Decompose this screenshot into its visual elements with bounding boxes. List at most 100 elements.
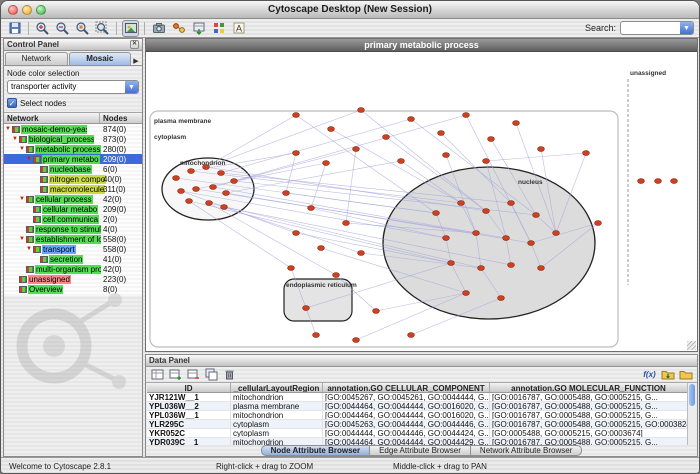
network-node[interactable]	[308, 206, 315, 211]
table-row[interactable]: YKR052Ccytoplasm[GO:0044444, GO:0044446,…	[147, 429, 688, 438]
select-attributes-button[interactable]	[150, 368, 165, 382]
network-node[interactable]	[303, 306, 310, 311]
tree-expand-icon[interactable]: ▼	[19, 145, 26, 154]
window-titlebar[interactable]: Cytoscape Desktop (New Session)	[1, 1, 699, 19]
resize-grip[interactable]	[687, 341, 696, 350]
network-node[interactable]	[328, 127, 335, 132]
tree-item[interactable]: cellular metabo209(0)	[4, 204, 142, 214]
tree-item[interactable]: response to stimul4(0)	[4, 224, 142, 234]
tab-node-attribute-browser[interactable]: Node Attribute Browser	[261, 445, 371, 456]
control-panel-close-icon[interactable]: ✕	[130, 40, 139, 49]
network-node[interactable]	[206, 201, 213, 206]
zoom-out-button[interactable]	[54, 20, 71, 37]
column-header[interactable]: ID	[147, 383, 231, 392]
network-node[interactable]	[538, 266, 545, 271]
network-node[interactable]	[483, 209, 490, 214]
tree-column-nodes[interactable]: Nodes	[100, 113, 142, 123]
tree-item[interactable]: ▼establishment of lo558(0)	[4, 234, 142, 244]
tree-item[interactable]: nucleobase6(0)	[4, 164, 142, 174]
zoom-fit-button[interactable]	[94, 20, 111, 37]
search-dropdown-button[interactable]: ▼	[680, 22, 693, 34]
network-node[interactable]	[333, 273, 340, 278]
trash-button[interactable]	[222, 368, 237, 382]
tree-item[interactable]: secretion41(0)	[4, 254, 142, 264]
network-node[interactable]	[293, 113, 300, 118]
tree-expand-icon[interactable]: ▼	[26, 245, 33, 254]
network-node[interactable]	[528, 241, 535, 246]
network-node[interactable]	[318, 246, 325, 251]
attribute-table[interactable]: ID_cellularLayoutRegionannotation.GO CEL…	[147, 383, 688, 445]
network-node[interactable]	[478, 266, 485, 271]
network-node[interactable]	[408, 333, 415, 338]
tree-item[interactable]: multi-organism pro42(0)	[4, 264, 142, 274]
search-input[interactable]: ▼	[620, 21, 694, 35]
tree-item[interactable]: cell communica2(0)	[4, 214, 142, 224]
network-node[interactable]	[448, 261, 455, 266]
network-node[interactable]	[508, 201, 515, 206]
tab-mosaic[interactable]: Mosaic	[69, 52, 132, 65]
tree-column-network[interactable]: Network	[4, 113, 100, 123]
network-node[interactable]	[538, 147, 545, 152]
dropdown-arrow-icon[interactable]: ▼	[125, 81, 138, 93]
network-node[interactable]	[293, 231, 300, 236]
import-attributes-button[interactable]	[660, 368, 675, 382]
network-node[interactable]	[443, 153, 450, 158]
tab-edge-attribute-browser[interactable]: Edge Attribute Browser	[370, 445, 471, 456]
network-node[interactable]	[231, 179, 238, 184]
network-node[interactable]	[313, 333, 320, 338]
tab-overflow-arrow-icon[interactable]: ▶	[131, 57, 141, 65]
tree-item[interactable]: ▼biological_process873(0)	[4, 134, 142, 144]
tree-item[interactable]: ▼primary metabo209(0)	[4, 154, 142, 164]
network-node[interactable]	[353, 338, 360, 343]
network-node[interactable]	[443, 236, 450, 241]
tree-item[interactable]: nitrogen compo40(0)	[4, 174, 142, 184]
network-node[interactable]	[221, 205, 228, 210]
network-node[interactable]	[210, 185, 217, 190]
network-node[interactable]	[553, 231, 560, 236]
network-node[interactable]	[433, 211, 440, 216]
network-node[interactable]	[463, 113, 470, 118]
vizmapper-button[interactable]	[210, 20, 227, 37]
tree-item[interactable]: ▼mosaic-demo-yeast874(0)	[4, 124, 142, 134]
network-node[interactable]	[353, 147, 360, 152]
network-node[interactable]	[373, 309, 380, 314]
snapshot-button[interactable]	[150, 20, 167, 37]
scrollbar-thumb[interactable]	[689, 384, 695, 406]
table-row[interactable]: YLR295Ccytoplasm[GO:0045263, GO:0044444,…	[147, 420, 688, 429]
network-node[interactable]	[173, 176, 180, 181]
network-node[interactable]	[188, 169, 195, 174]
import-network-button[interactable]	[190, 20, 207, 37]
network-node[interactable]	[293, 151, 300, 156]
copy-attribute-button[interactable]	[204, 368, 219, 382]
table-row[interactable]: YJR121W__1mitochondrion[GO:0045267, GO:0…	[147, 393, 688, 402]
network-node[interactable]	[288, 266, 295, 271]
network-node[interactable]	[508, 263, 515, 268]
tree-expand-icon[interactable]: ▼	[19, 235, 26, 244]
network-node[interactable]	[583, 151, 590, 156]
attribute-dropdown[interactable]: transporter activity ▼	[7, 80, 139, 94]
network-node[interactable]	[483, 159, 490, 164]
table-row[interactable]: YPL036W__1mitochondrion[GO:0044464, GO:0…	[147, 411, 688, 420]
zoom-selected-button[interactable]	[74, 20, 91, 37]
formula-builder-button[interactable]: f(x)	[642, 368, 657, 382]
table-row[interactable]: YDR039C__1mitochondrion[GO:0044464, GO:0…	[147, 438, 688, 445]
column-header[interactable]: annotation.GO MOLECULAR_FUNCTION	[490, 383, 688, 392]
column-header[interactable]: annotation.GO CELLULAR_COMPONENT	[323, 383, 490, 392]
tree-expand-icon[interactable]: ▼	[26, 155, 33, 164]
tree-item[interactable]: ▼metabolic process280(0)	[4, 144, 142, 154]
tree-item[interactable]: ▼cellular process42(0)	[4, 194, 142, 204]
network-node[interactable]	[323, 161, 330, 166]
table-vertical-scrollbar[interactable]	[687, 383, 696, 445]
network-node[interactable]	[223, 191, 230, 196]
network-node[interactable]	[186, 199, 193, 204]
column-header[interactable]: _cellularLayoutRegion	[231, 383, 323, 392]
network-node[interactable]	[283, 191, 290, 196]
zoom-in-button[interactable]	[34, 20, 51, 37]
network-node[interactable]	[533, 213, 540, 218]
table-row[interactable]: YPL036W__2plasma membrane[GO:0044464, GO…	[147, 402, 688, 411]
network-node[interactable]	[408, 117, 415, 122]
network-node[interactable]	[488, 137, 495, 142]
annotation-button[interactable]: A	[230, 20, 247, 37]
tree-expand-icon[interactable]: ▼	[19, 195, 26, 204]
network-canvas[interactable]: plasma membranecytoplasmmitochondrionnuc…	[146, 53, 697, 351]
